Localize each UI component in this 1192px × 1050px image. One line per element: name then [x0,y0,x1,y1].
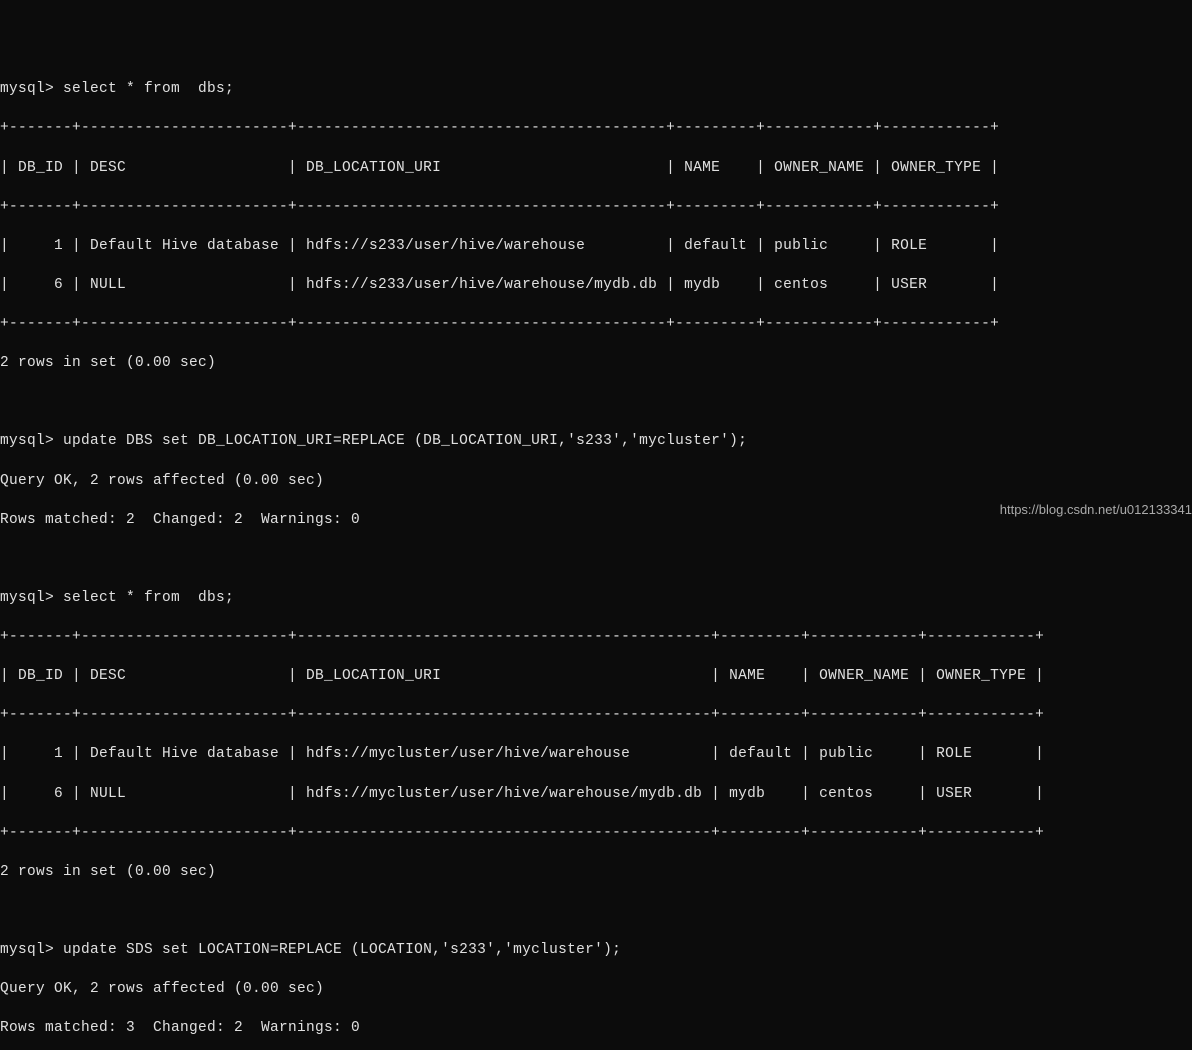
table1-footer: 2 rows in set (0.00 sec) [0,354,1192,374]
table1-row2: | 6 | NULL | hdfs://s233/user/hive/wareh… [0,276,1192,296]
query1-prompt: mysql> select * from dbs; [0,80,1192,100]
update2-prompt: mysql> update SDS set LOCATION=REPLACE (… [0,941,1192,961]
table2-header: | DB_ID | DESC | DB_LOCATION_URI | NAME … [0,667,1192,687]
watermark-text: https://blog.csdn.net/u012133341 [1000,501,1192,519]
blank-1 [0,393,1192,413]
table2-row2: | 6 | NULL | hdfs://mycluster/user/hive/… [0,785,1192,805]
update1-prompt: mysql> update DBS set DB_LOCATION_URI=RE… [0,432,1192,452]
update2-result2: Rows matched: 3 Changed: 2 Warnings: 0 [0,1019,1192,1039]
blank-3 [0,902,1192,922]
table1-sep-mid: +-------+-----------------------+-------… [0,198,1192,218]
table1-row1: | 1 | Default Hive database | hdfs://s23… [0,237,1192,257]
table2-sep-bot: +-------+-----------------------+-------… [0,824,1192,844]
table2-footer: 2 rows in set (0.00 sec) [0,863,1192,883]
table2-sep-mid: +-------+-----------------------+-------… [0,706,1192,726]
update1-result1: Query OK, 2 rows affected (0.00 sec) [0,472,1192,492]
blank-2 [0,550,1192,570]
query2-prompt: mysql> select * from dbs; [0,589,1192,609]
table1-sep-bot: +-------+-----------------------+-------… [0,315,1192,335]
table1-sep-top: +-------+-----------------------+-------… [0,119,1192,139]
table2-sep-top: +-------+-----------------------+-------… [0,628,1192,648]
update2-result1: Query OK, 2 rows affected (0.00 sec) [0,980,1192,1000]
table2-row1: | 1 | Default Hive database | hdfs://myc… [0,745,1192,765]
table1-header: | DB_ID | DESC | DB_LOCATION_URI | NAME … [0,159,1192,179]
